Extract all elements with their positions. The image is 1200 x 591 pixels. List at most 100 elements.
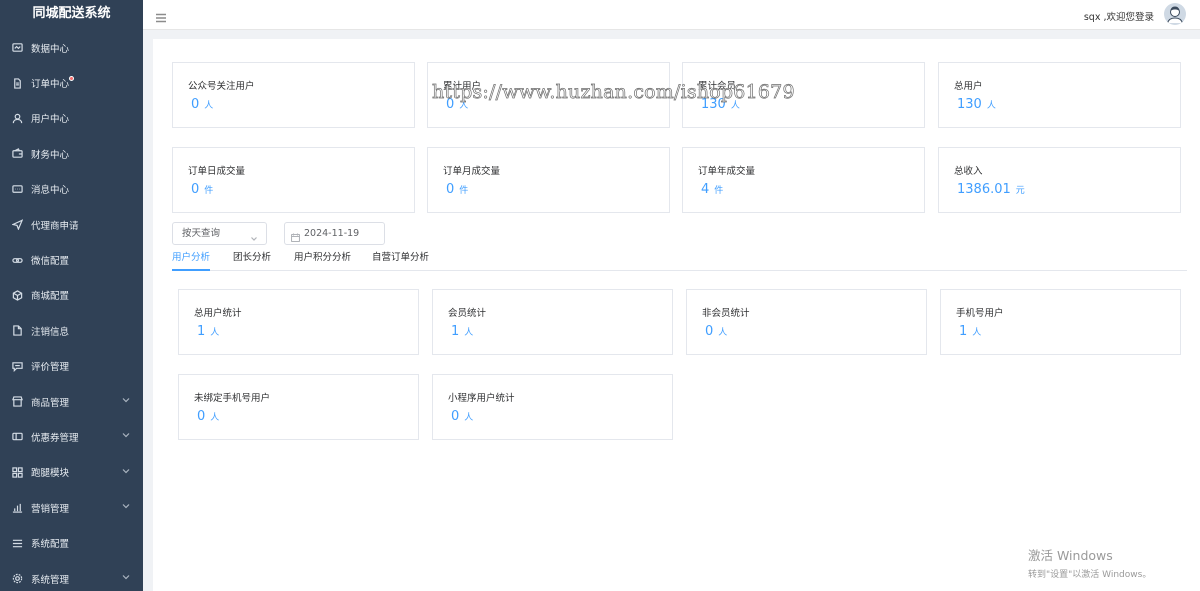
welcome-text: sqx ,欢迎您登录 (1083, 12, 1154, 23)
sidebar-item-coupon-management[interactable]: 优惠券管理 (0, 419, 143, 454)
analysis-tabs: 用户分析 团长分析 用户积分分析 自营订单分析 (172, 251, 1187, 271)
stat-label: 公众号关注用户 (188, 81, 255, 92)
sidebar-item-system-management[interactable]: 系统管理 (0, 561, 143, 591)
stat-value: 0人 (191, 97, 214, 112)
sidebar-item-marketing-management[interactable]: 营销管理 (0, 490, 143, 525)
stat-value: 1人 (959, 324, 982, 339)
sidebar-item-label: 商城配置 (31, 291, 70, 303)
stat-label: 订单年成交量 (698, 166, 756, 177)
stat-card-non-member-count: 非会员统计 0人 (686, 289, 927, 355)
sidebar-item-label: 代理商申请 (31, 220, 79, 232)
date-picker[interactable]: 2024-11-19 (284, 222, 385, 245)
stat-value: 1人 (451, 324, 474, 339)
stat-label: 累计用户 (443, 81, 482, 92)
sidebar-item-finance-center[interactable]: 财务中心 (0, 136, 143, 171)
sidebar-item-label: 财务中心 (31, 149, 70, 161)
sidebar-item-user-center[interactable]: 用户中心 (0, 101, 143, 136)
avatar[interactable] (1164, 3, 1186, 25)
sidebar-item-cancellation-info[interactable]: 注销信息 (0, 313, 143, 348)
sidebar-item-message-center[interactable]: 消息中心 (0, 172, 143, 207)
sidebar-item-data-center[interactable]: 数据中心 (0, 30, 143, 65)
stat-label: 未绑定手机号用户 (194, 393, 271, 404)
list-icon (11, 537, 23, 549)
send-icon (11, 219, 23, 231)
stat-card-user-total: 总用户统计 1人 (178, 289, 419, 355)
stat-label: 订单月成交量 (443, 166, 501, 177)
stat-label: 总用户统计 (194, 308, 242, 319)
stat-label: 会员统计 (448, 308, 487, 319)
calendar-icon (290, 229, 301, 243)
stat-value: 130 人 (957, 97, 996, 112)
tab-self-order-analysis[interactable]: 自营订单分析 (372, 251, 429, 271)
sidebar-item-label: 商品管理 (31, 397, 70, 409)
stat-value: 0件 (446, 182, 469, 197)
stat-value: 0人 (705, 324, 728, 339)
sidebar-item-product-management[interactable]: 商品管理 (0, 384, 143, 419)
user-icon (11, 112, 23, 124)
coupon-icon (11, 431, 23, 443)
stat-value: 4件 (701, 182, 724, 197)
dashboard-icon (11, 42, 23, 54)
notification-badge (69, 76, 74, 82)
shop-icon (11, 396, 23, 408)
link-icon (11, 254, 23, 266)
tab-leader-analysis[interactable]: 团长分析 (233, 251, 271, 271)
stat-label: 总收入 (954, 166, 983, 177)
sidebar-item-mall-config[interactable]: 商城配置 (0, 278, 143, 313)
chevron-down-icon (121, 501, 131, 511)
chevron-down-icon (121, 572, 131, 582)
stat-card-unbound-phone-users: 未绑定手机号用户 0人 (178, 374, 419, 440)
document-icon (11, 77, 23, 89)
app-title: 同城配送系统 (32, 6, 111, 21)
stat-card-monthly-orders: 订单月成交量 0件 (427, 147, 670, 213)
stat-value: 0人 (446, 97, 469, 112)
stat-label: 手机号用户 (956, 308, 1004, 319)
stat-value: 0人 (451, 409, 474, 424)
chart-icon (11, 502, 23, 514)
message-icon (11, 183, 23, 195)
stat-card-total-members: 累计会员 130 人 (682, 62, 925, 128)
tab-user-analysis[interactable]: 用户分析 (172, 251, 211, 271)
stat-label: 订单日成交量 (188, 166, 246, 177)
file-icon (11, 325, 23, 337)
stat-label: 总用户 (954, 81, 983, 92)
sidebar-item-label: 数据中心 (31, 43, 70, 55)
sidebar-item-label: 优惠券管理 (31, 432, 79, 444)
sidebar-item-system-config[interactable]: 系统配置 (0, 525, 143, 560)
sidebar-item-label: 系统配置 (31, 539, 70, 551)
sidebar-item-review-management[interactable]: 评价管理 (0, 349, 143, 384)
period-select[interactable]: 按天查询 (172, 222, 267, 245)
tab-points-analysis[interactable]: 用户积分分析 (294, 251, 351, 271)
sidebar-item-order-center[interactable]: 订单中心 (0, 65, 143, 100)
sidebar-item-agent-apply[interactable]: 代理商申请 (0, 207, 143, 242)
stat-card-daily-orders: 订单日成交量 0件 (172, 147, 415, 213)
chevron-down-icon (121, 430, 131, 440)
gear-icon (11, 573, 23, 585)
comment-icon (11, 360, 23, 372)
stat-card-all-users: 总用户 130 人 (938, 62, 1181, 128)
stat-card-total-income: 总收入 1386.01 元 (938, 147, 1181, 213)
chevron-down-icon (250, 230, 258, 241)
wallet-icon (11, 148, 23, 160)
stat-card-subscribers: 公众号关注用户 0人 (172, 62, 415, 128)
sidebar-item-label: 用户中心 (31, 114, 70, 126)
sidebar-item-label: 订单中心 (31, 79, 70, 91)
stat-value: 0件 (191, 182, 214, 197)
chevron-down-icon (121, 466, 131, 476)
period-select-value: 按天查询 (182, 228, 221, 239)
stat-card-miniprogram-users: 小程序用户统计 0人 (432, 374, 673, 440)
sidebar-item-errand-module[interactable]: 跑腿模块 (0, 455, 143, 490)
sidebar-item-label: 注销信息 (31, 326, 70, 338)
chevron-down-icon (121, 395, 131, 405)
menu-toggle-icon[interactable] (155, 9, 167, 23)
sidebar-item-label: 跑腿模块 (31, 468, 70, 480)
stat-card-member-count: 会员统计 1人 (432, 289, 673, 355)
stat-card-total-users: 累计用户 0人 (427, 62, 670, 128)
sidebar-item-wechat-config[interactable]: 微信配置 (0, 242, 143, 277)
stat-value: 0人 (197, 409, 220, 424)
stat-label: 累计会员 (698, 81, 737, 92)
sidebar-item-label: 微信配置 (31, 256, 70, 268)
sidebar-item-label: 评价管理 (31, 362, 70, 374)
sidebar-item-label: 营销管理 (31, 503, 70, 515)
sidebar-item-label: 系统管理 (31, 574, 70, 586)
